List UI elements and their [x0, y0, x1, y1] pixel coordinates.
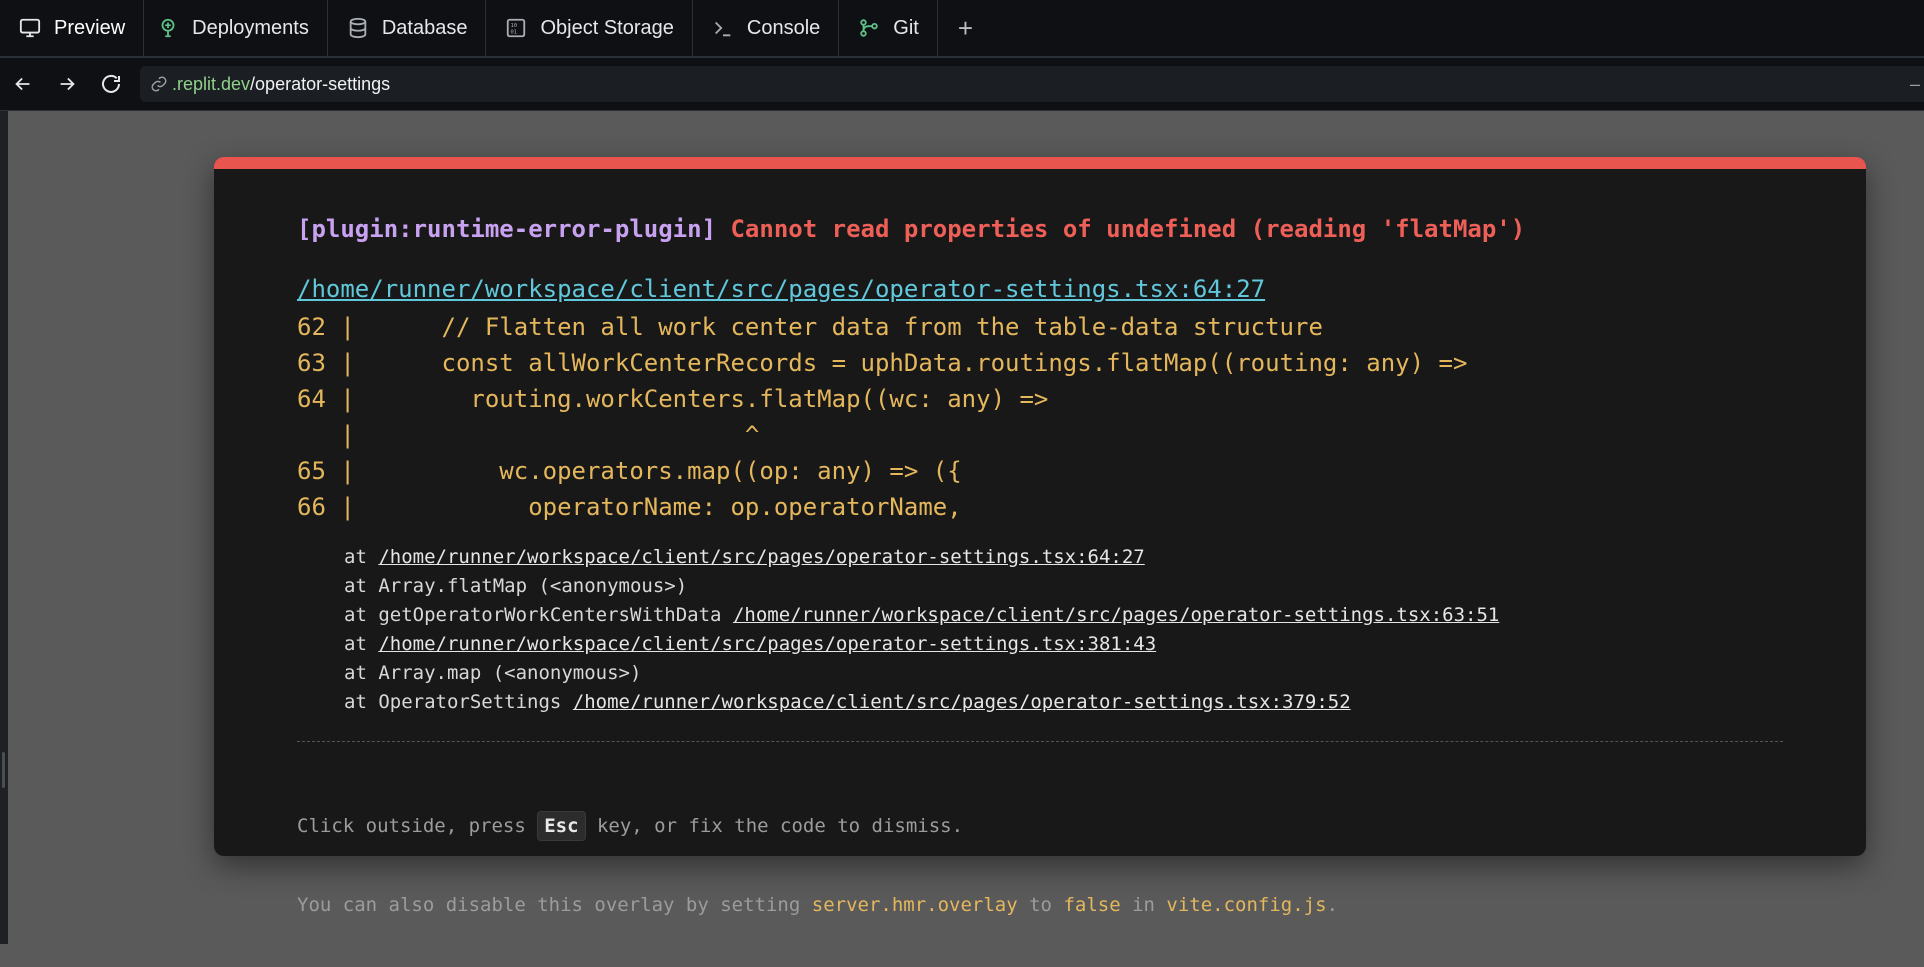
- reload-icon: [102, 74, 120, 93]
- tab-git[interactable]: Git: [839, 0, 938, 56]
- url-host: .replit.dev: [172, 73, 251, 94]
- vite-error-overlay: [plugin:runtime-error-plugin] Cannot rea…: [214, 157, 1866, 916]
- disable-tip: You can also disable this overlay by set…: [297, 894, 1339, 916]
- stack-trace: at /home/runner/workspace/client/src/pag…: [344, 543, 1499, 717]
- link-icon: [151, 76, 167, 92]
- back-button[interactable]: [2, 63, 44, 105]
- code-line: 66 | operatorName: op.operatorName,: [297, 493, 962, 521]
- new-tab-button[interactable]: +: [938, 0, 993, 56]
- tab-object-storage[interactable]: 10 01 Object Storage: [486, 0, 693, 56]
- code-line-caret: | ^: [297, 421, 760, 449]
- tab-preview[interactable]: Preview: [0, 0, 145, 56]
- tab-label: Preview: [54, 16, 126, 39]
- resize-handle[interactable]: [2, 752, 5, 788]
- code-line: 64 | routing.workCenters.flatMap((wc: an…: [297, 385, 1049, 413]
- error-header: [plugin:runtime-error-plugin] Cannot rea…: [297, 215, 1525, 243]
- object-storage-icon: 10 01: [504, 16, 528, 40]
- tab-label: Deployments: [192, 16, 309, 39]
- forward-button[interactable]: [46, 63, 88, 105]
- reload-button[interactable]: [90, 63, 132, 105]
- stack-link[interactable]: /home/runner/workspace/client/src/pages/…: [733, 604, 1499, 626]
- code-line: 63 | const allWorkCenterRecords = uphDat…: [297, 349, 1468, 377]
- console-icon: [711, 16, 735, 40]
- tab-label: Database: [381, 16, 468, 39]
- workspace-tab-bar: Preview Deployments Database 10 01 Object…: [0, 0, 1924, 58]
- overlay-tip: Click outside, press Esc key, or fix the…: [297, 765, 1338, 967]
- config-key: server.hmr.overlay: [811, 894, 1018, 916]
- tab-console[interactable]: Console: [693, 0, 840, 56]
- plus-icon: +: [957, 12, 974, 43]
- stack-row: at getOperatorWorkCentersWithData /home/…: [344, 604, 1500, 626]
- tab-database[interactable]: Database: [328, 0, 487, 56]
- monitor-icon: [18, 16, 42, 40]
- stack-row: at OperatorSettings /home/runner/workspa…: [344, 691, 1351, 713]
- tab-label: Console: [746, 16, 821, 39]
- stack-row: at Array.flatMap (<anonymous>): [344, 575, 688, 597]
- database-icon: [346, 16, 370, 40]
- tab-deployments[interactable]: Deployments: [144, 0, 328, 56]
- error-file-link[interactable]: /home/runner/workspace/client/src/pages/…: [297, 275, 1265, 303]
- config-value: false: [1063, 894, 1121, 916]
- code-line: 62 | // Flatten all work center data fro…: [297, 313, 1323, 341]
- arrow-right-icon: [60, 77, 75, 91]
- git-icon: [857, 16, 881, 40]
- deploy-icon: [156, 16, 180, 40]
- url-path: /operator-settings: [250, 73, 391, 94]
- stack-link[interactable]: /home/runner/workspace/client/src/pages/…: [378, 546, 1144, 568]
- stack-link[interactable]: /home/runner/workspace/client/src/pages/…: [378, 633, 1156, 655]
- stack-link[interactable]: /home/runner/workspace/client/src/pages/…: [573, 691, 1351, 713]
- error-plugin: [plugin:runtime-error-plugin]: [297, 215, 717, 243]
- dismiss-tip: Click outside, press Esc key, or fix the…: [297, 809, 1338, 844]
- preview-left-rail: [0, 111, 8, 944]
- error-message: Cannot read properties of undefined (rea…: [730, 215, 1526, 243]
- arrow-left-icon: [15, 77, 30, 91]
- preview-address-bar: .replit.dev/operator-settings –: [0, 58, 1924, 111]
- config-file: vite.config.js: [1166, 894, 1327, 916]
- code-frame: 62 | // Flatten all work center data fro…: [297, 309, 1467, 525]
- url-trailing-mark: –: [1909, 74, 1920, 94]
- svg-text:10: 10: [511, 23, 518, 29]
- svg-text:01: 01: [511, 30, 518, 36]
- tab-label: Git: [893, 16, 919, 39]
- stack-row: at /home/runner/workspace/client/src/pag…: [344, 633, 1157, 655]
- divider: [297, 741, 1783, 742]
- tab-label: Object Storage: [540, 16, 674, 39]
- stack-row: at /home/runner/workspace/client/src/pag…: [344, 546, 1145, 568]
- code-line: 65 | wc.operators.map((op: any) => ({: [297, 457, 962, 485]
- esc-key-badge: Esc: [537, 811, 586, 841]
- url-field[interactable]: .replit.dev/operator-settings –: [140, 66, 1924, 102]
- stack-row: at Array.map (<anonymous>): [344, 662, 642, 684]
